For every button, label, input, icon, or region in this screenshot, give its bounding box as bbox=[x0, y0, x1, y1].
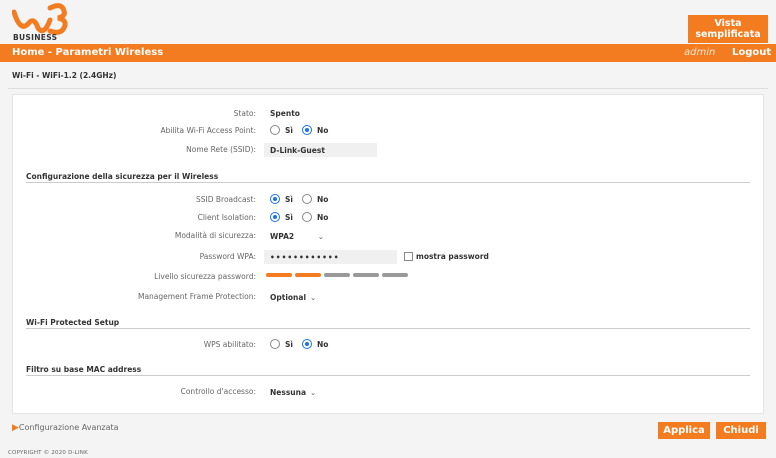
isolation-yes-label: Sì bbox=[285, 212, 293, 222]
wps-no-radio[interactable] bbox=[301, 339, 312, 349]
wps-section-title: Wi-Fi Protected Setup bbox=[26, 318, 120, 327]
wps-yes-radio[interactable] bbox=[270, 339, 280, 349]
strength-bar bbox=[324, 273, 350, 277]
show-password-checkbox[interactable] bbox=[404, 252, 413, 261]
client-isolation-label: Client Isolation: bbox=[197, 213, 256, 222]
advanced-config-label: Configurazione Avanzata bbox=[18, 423, 119, 432]
logo-business-text: BUSINESS bbox=[13, 33, 58, 42]
show-password-label: mostra password bbox=[416, 252, 489, 261]
client-isolation-radio-group: Sì No bbox=[270, 211, 337, 223]
broadcast-no-radio[interactable] bbox=[301, 194, 312, 204]
strength-bar bbox=[295, 273, 321, 277]
strength-bar bbox=[266, 273, 292, 277]
vista-semplificata-button[interactable]: Vista semplificata bbox=[688, 15, 768, 43]
strength-bar bbox=[382, 273, 408, 277]
navbar: Home - Parametri Wireless admin Logout bbox=[0, 44, 776, 62]
access-control-label: Controllo d'accesso: bbox=[180, 387, 256, 396]
stato-value: Spento bbox=[270, 109, 300, 118]
vista-label-line2: semplificata bbox=[695, 29, 761, 40]
password-strength-label: Livello sicurezza password: bbox=[154, 272, 256, 281]
broadcast-yes-radio[interactable] bbox=[270, 194, 280, 204]
abilita-no-label: No bbox=[316, 125, 329, 135]
logout-link[interactable]: Logout bbox=[732, 47, 771, 58]
wpa-password-input[interactable]: •••••••••••• bbox=[264, 250, 397, 264]
mfp-select[interactable]: Optional ⌄ bbox=[266, 290, 318, 304]
password-strength-meter bbox=[266, 273, 411, 277]
copyright-text: COPYRIGHT © 2020 D-LINK bbox=[8, 450, 88, 456]
security-mode-label: Modalità di sicurezza: bbox=[174, 231, 256, 240]
isolation-no-label: No bbox=[316, 212, 329, 222]
wps-no-label: No bbox=[316, 339, 329, 349]
access-control-select[interactable]: Nessuna ⌄ bbox=[266, 385, 318, 399]
wps-enabled-label: WPS abilitato: bbox=[203, 340, 256, 349]
chevron-down-icon: ⌄ bbox=[317, 232, 324, 241]
mac-divider bbox=[26, 375, 750, 376]
abilita-yes-radio[interactable] bbox=[270, 125, 280, 135]
mfp-value: Optional bbox=[270, 293, 307, 302]
close-button[interactable]: Chiudi bbox=[716, 422, 766, 439]
header: BUSINESS Vista semplificata bbox=[0, 0, 776, 44]
breadcrumb[interactable]: Home - Parametri Wireless bbox=[12, 47, 163, 58]
security-mode-value: WPA2 bbox=[270, 232, 295, 241]
strength-bar bbox=[353, 273, 379, 277]
mac-section-title: Filtro su base MAC address bbox=[26, 365, 142, 374]
ssid-input[interactable]: D-Link-Guest bbox=[264, 143, 377, 157]
triangle-right-icon: ▶ bbox=[12, 423, 19, 433]
abilita-yes-label: Sì bbox=[285, 125, 293, 135]
chevron-down-icon: ⌄ bbox=[310, 293, 317, 302]
abilita-radio-group: Sì No bbox=[270, 124, 337, 136]
access-control-value: Nessuna bbox=[270, 388, 307, 397]
wps-radio-group: Sì No bbox=[270, 338, 337, 350]
user-name: admin bbox=[684, 47, 716, 58]
broadcast-yes-label: Sì bbox=[285, 194, 293, 204]
mfp-label: Management Frame Protection: bbox=[137, 292, 256, 301]
stato-label: Stato: bbox=[233, 109, 256, 118]
abilita-no-radio[interactable] bbox=[301, 125, 312, 135]
ssid-label: Nome Rete (SSID): bbox=[186, 145, 256, 154]
wps-yes-label: Sì bbox=[285, 339, 293, 349]
ssid-broadcast-label: SSID Broadcast: bbox=[196, 195, 256, 204]
broadcast-no-label: No bbox=[316, 194, 329, 204]
security-mode-select[interactable]: WPA2 ⌄ bbox=[266, 229, 328, 243]
security-divider bbox=[26, 182, 750, 183]
subtitle-divider bbox=[8, 88, 768, 89]
ssid-broadcast-radio-group: Sì No bbox=[270, 193, 337, 205]
page: BUSINESS Vista semplificata Home - Param… bbox=[0, 0, 776, 458]
isolation-no-radio[interactable] bbox=[301, 212, 312, 222]
apply-button[interactable]: Applica bbox=[658, 422, 710, 439]
advanced-config-link[interactable]: ▶Configurazione Avanzata bbox=[12, 423, 119, 433]
vista-label-line1: Vista bbox=[714, 18, 742, 29]
wpa-password-label: Password WPA: bbox=[199, 252, 256, 261]
isolation-yes-radio[interactable] bbox=[270, 212, 280, 222]
chevron-down-icon: ⌄ bbox=[310, 388, 317, 397]
page-subtitle: Wi-Fi - WiFi-1.2 (2.4GHz) bbox=[12, 71, 117, 80]
wps-divider bbox=[26, 328, 750, 329]
abilita-label: Abilita Wi-Fi Access Point: bbox=[160, 126, 256, 135]
security-section-title: Configurazione della sicurezza per il Wi… bbox=[26, 172, 219, 181]
